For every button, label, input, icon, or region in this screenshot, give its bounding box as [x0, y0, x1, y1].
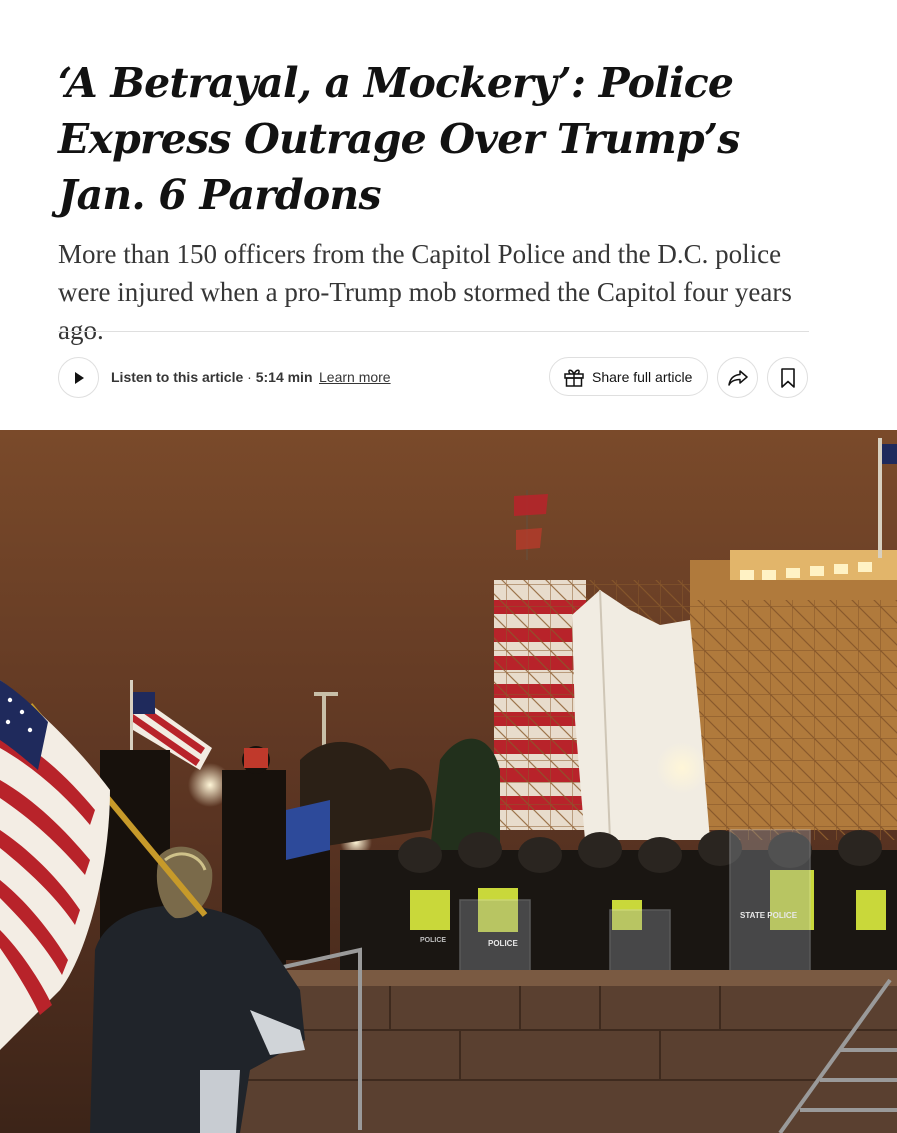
share-button[interactable]	[717, 357, 758, 398]
play-icon	[74, 371, 84, 384]
shield-label-police-1: POLICE	[488, 939, 518, 948]
share-arrow-icon	[727, 369, 748, 386]
article-toolbar: Listen to this article · 5:14 min Learn …	[58, 357, 809, 398]
listen-separator: ·	[243, 369, 256, 385]
learn-more-link[interactable]: Learn more	[319, 368, 391, 386]
header-divider	[58, 331, 809, 332]
shield-label-police-2: POLICE	[420, 937, 446, 944]
gift-icon	[564, 369, 584, 387]
play-audio-button[interactable]	[58, 357, 99, 398]
save-button[interactable]	[767, 357, 808, 398]
bookmark-icon	[780, 367, 795, 388]
listen-info: Listen to this article · 5:14 min	[111, 368, 313, 386]
article-header: ‘A Betrayal, a Mockery’: Police Express …	[58, 55, 818, 349]
article-photo: STATE POLICE POLICE POLICE	[0, 430, 897, 1133]
listen-label: Listen to this article	[111, 369, 244, 385]
share-label: Share full article	[592, 368, 693, 385]
article-headline: ‘A Betrayal, a Mockery’: Police Express …	[58, 59, 740, 219]
capitol-riot-photo: STATE POLICE POLICE POLICE	[0, 430, 897, 1133]
listen-duration: 5:14 min	[255, 369, 313, 385]
share-full-article-button[interactable]: Share full article	[549, 357, 708, 396]
shield-label-state-police: STATE POLICE	[740, 911, 798, 920]
